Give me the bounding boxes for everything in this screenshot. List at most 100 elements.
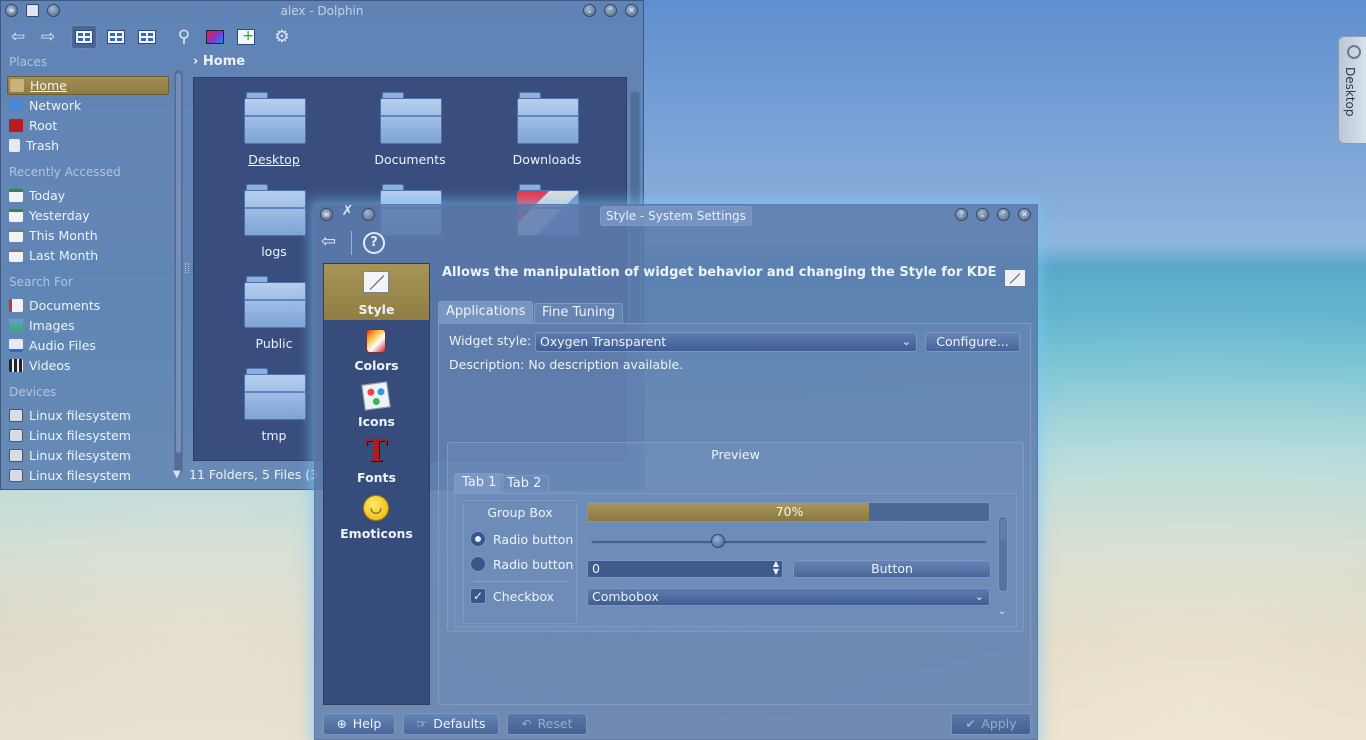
- audio-icon: [9, 339, 23, 352]
- module-description: Allows the manipulation of widget behavi…: [442, 265, 997, 280]
- radio-button-1[interactable]: Radio button: [470, 531, 573, 547]
- radio-indicator[interactable]: [470, 531, 486, 547]
- places-item-trash[interactable]: Trash: [7, 136, 169, 155]
- category-fonts[interactable]: T Fonts: [324, 432, 429, 488]
- desktop-icon: [1347, 45, 1361, 59]
- folder-item[interactable]: Downloads: [492, 92, 602, 180]
- places-item-yesterday[interactable]: Yesterday: [7, 206, 169, 225]
- details-view-button[interactable]: [103, 25, 129, 49]
- preview-slider-track[interactable]: [591, 540, 987, 544]
- reset-button[interactable]: ↶ Reset: [507, 713, 587, 735]
- widget-style-combobox[interactable]: Oxygen Transparent ⌄: [535, 332, 917, 352]
- preview-group: Preview Tab 1 Tab 2 Group Box Radio butt…: [447, 442, 1024, 632]
- places-scrollbar[interactable]: [174, 70, 183, 474]
- preview-slider-handle[interactable]: [710, 534, 725, 548]
- checkmark-icon: ✔: [965, 717, 976, 731]
- scrollbar-thumb[interactable]: [176, 73, 181, 453]
- places-item-audio-files[interactable]: Audio Files: [7, 336, 169, 355]
- tab-fine-tuning[interactable]: Fine Tuning: [534, 303, 624, 323]
- maximize-icon[interactable]: ⌃: [604, 4, 617, 17]
- find-binoculars-icon[interactable]: ⚲: [171, 25, 197, 49]
- chevron-down-icon[interactable]: ⌄: [998, 606, 1006, 617]
- places-item-last-month[interactable]: Last Month: [7, 246, 169, 265]
- breadcrumb[interactable]: › Home: [193, 54, 245, 72]
- close-icon[interactable]: ✕: [1018, 208, 1031, 221]
- folder-item[interactable]: Public: [219, 276, 329, 364]
- places-item-images[interactable]: Images: [7, 316, 169, 335]
- preview-combobox[interactable]: Combobox ⌄: [587, 588, 990, 606]
- search-for-header: Search For: [9, 275, 73, 289]
- places-header: Places: [9, 55, 48, 69]
- preview-tab-2[interactable]: Tab 2: [499, 475, 550, 493]
- icons-view-icon: [75, 30, 93, 44]
- minimize-icon[interactable]: ⌄: [976, 208, 989, 221]
- places-item-device[interactable]: Linux filesystem: [7, 466, 169, 485]
- calendar-icon: [9, 229, 23, 242]
- back-arrow-icon[interactable]: ⇦: [5, 25, 31, 49]
- defaults-icon: ☞: [416, 717, 428, 731]
- places-item-today[interactable]: Today: [7, 186, 169, 205]
- places-item-device[interactable]: Linux filesystem: [7, 406, 169, 425]
- places-item-device[interactable]: Linux filesystem: [7, 446, 169, 465]
- chevron-down-icon[interactable]: ▼: [173, 469, 181, 480]
- category-style[interactable]: Style: [324, 264, 429, 320]
- help-titlebar-icon[interactable]: ?: [955, 208, 968, 221]
- minimize-icon[interactable]: ⌄: [583, 4, 596, 17]
- help-button[interactable]: ⊕ Help: [323, 713, 395, 735]
- category-icons[interactable]: Icons: [324, 376, 429, 432]
- settings-gear-icon[interactable]: ⚙: [269, 25, 295, 49]
- places-item-network[interactable]: Network: [7, 96, 169, 115]
- places-item-device[interactable]: Linux filesystem: [7, 426, 169, 445]
- back-arrow-icon[interactable]: ⇦: [321, 233, 343, 253]
- window-menu-icon[interactable]: ≡: [320, 208, 333, 221]
- apply-button[interactable]: ✔ Apply: [951, 713, 1031, 735]
- checkbox-indicator[interactable]: ✓: [470, 588, 486, 604]
- preview-title: Preview: [711, 447, 760, 462]
- preview-spinbox[interactable]: 0 ▲ ▼: [587, 560, 783, 578]
- spin-arrows-icon[interactable]: ▲ ▼: [773, 560, 779, 576]
- system-settings-window: ≡ ✗ Style - System Settings ? ⌄ ⌃ ✕ ⇦ ? …: [314, 204, 1038, 740]
- sticky-icon[interactable]: [362, 208, 375, 221]
- folder-item[interactable]: Desktop: [219, 92, 329, 180]
- help-icon: ⊕: [336, 717, 347, 731]
- folder-label: Desktop: [248, 152, 300, 167]
- radio-button-2[interactable]: Radio button: [470, 556, 573, 572]
- places-item-root[interactable]: Root: [7, 116, 169, 135]
- split-view-icon[interactable]: +: [233, 25, 259, 49]
- breadcrumb-home[interactable]: Home: [203, 54, 245, 69]
- columns-view-button[interactable]: [134, 25, 160, 49]
- preview-tab-panel: Group Box Radio button Radio button ✓ Che…: [454, 493, 1017, 627]
- help-menu-icon[interactable]: ?: [363, 232, 385, 254]
- preview-button[interactable]: Button: [793, 560, 991, 578]
- details-view-icon: [107, 30, 125, 44]
- category-label: Emoticons: [340, 526, 413, 541]
- folder-item[interactable]: Documents: [355, 92, 465, 180]
- preview-checkbox[interactable]: ✓ Checkbox: [470, 588, 554, 604]
- folder-item[interactable]: logs: [219, 184, 329, 272]
- tab-applications[interactable]: Applications: [438, 301, 534, 323]
- settings-titlebar[interactable]: ≡ ✗ Style - System Settings ? ⌄ ⌃ ✕: [315, 204, 1037, 226]
- close-icon[interactable]: ✕: [625, 4, 638, 17]
- folder-item[interactable]: tmp: [219, 368, 329, 456]
- dolphin-titlebar[interactable]: ≡ alex - Dolphin ⌄ ⌃ ✕: [1, 1, 643, 21]
- forward-arrow-icon[interactable]: ⇨: [35, 25, 61, 49]
- places-item-documents[interactable]: Documents: [7, 296, 169, 315]
- icons-view-button[interactable]: [71, 25, 97, 49]
- preview-tab-1[interactable]: Tab 1: [454, 473, 505, 493]
- category-emoticons[interactable]: ◡ Emoticons: [324, 488, 429, 544]
- group-box-divider: [474, 581, 568, 582]
- radio-indicator[interactable]: [470, 556, 486, 572]
- defaults-button[interactable]: ☞ Defaults: [403, 713, 499, 735]
- places-item-home[interactable]: Home: [7, 76, 169, 95]
- image-icon: [9, 319, 23, 332]
- configure-button[interactable]: Configure...: [925, 332, 1020, 352]
- desktop-panel-tab[interactable]: Desktop: [1338, 36, 1366, 144]
- preview-icon[interactable]: [202, 25, 228, 49]
- places-item-videos[interactable]: Videos: [7, 356, 169, 375]
- maximize-icon[interactable]: ⌃: [997, 208, 1010, 221]
- panel-splitter[interactable]: [185, 263, 189, 273]
- scrollbar-thumb[interactable]: [1000, 519, 1006, 541]
- places-item-this-month[interactable]: This Month: [7, 226, 169, 245]
- category-colors[interactable]: Colors: [324, 320, 429, 376]
- preview-scrollbar[interactable]: [998, 516, 1008, 592]
